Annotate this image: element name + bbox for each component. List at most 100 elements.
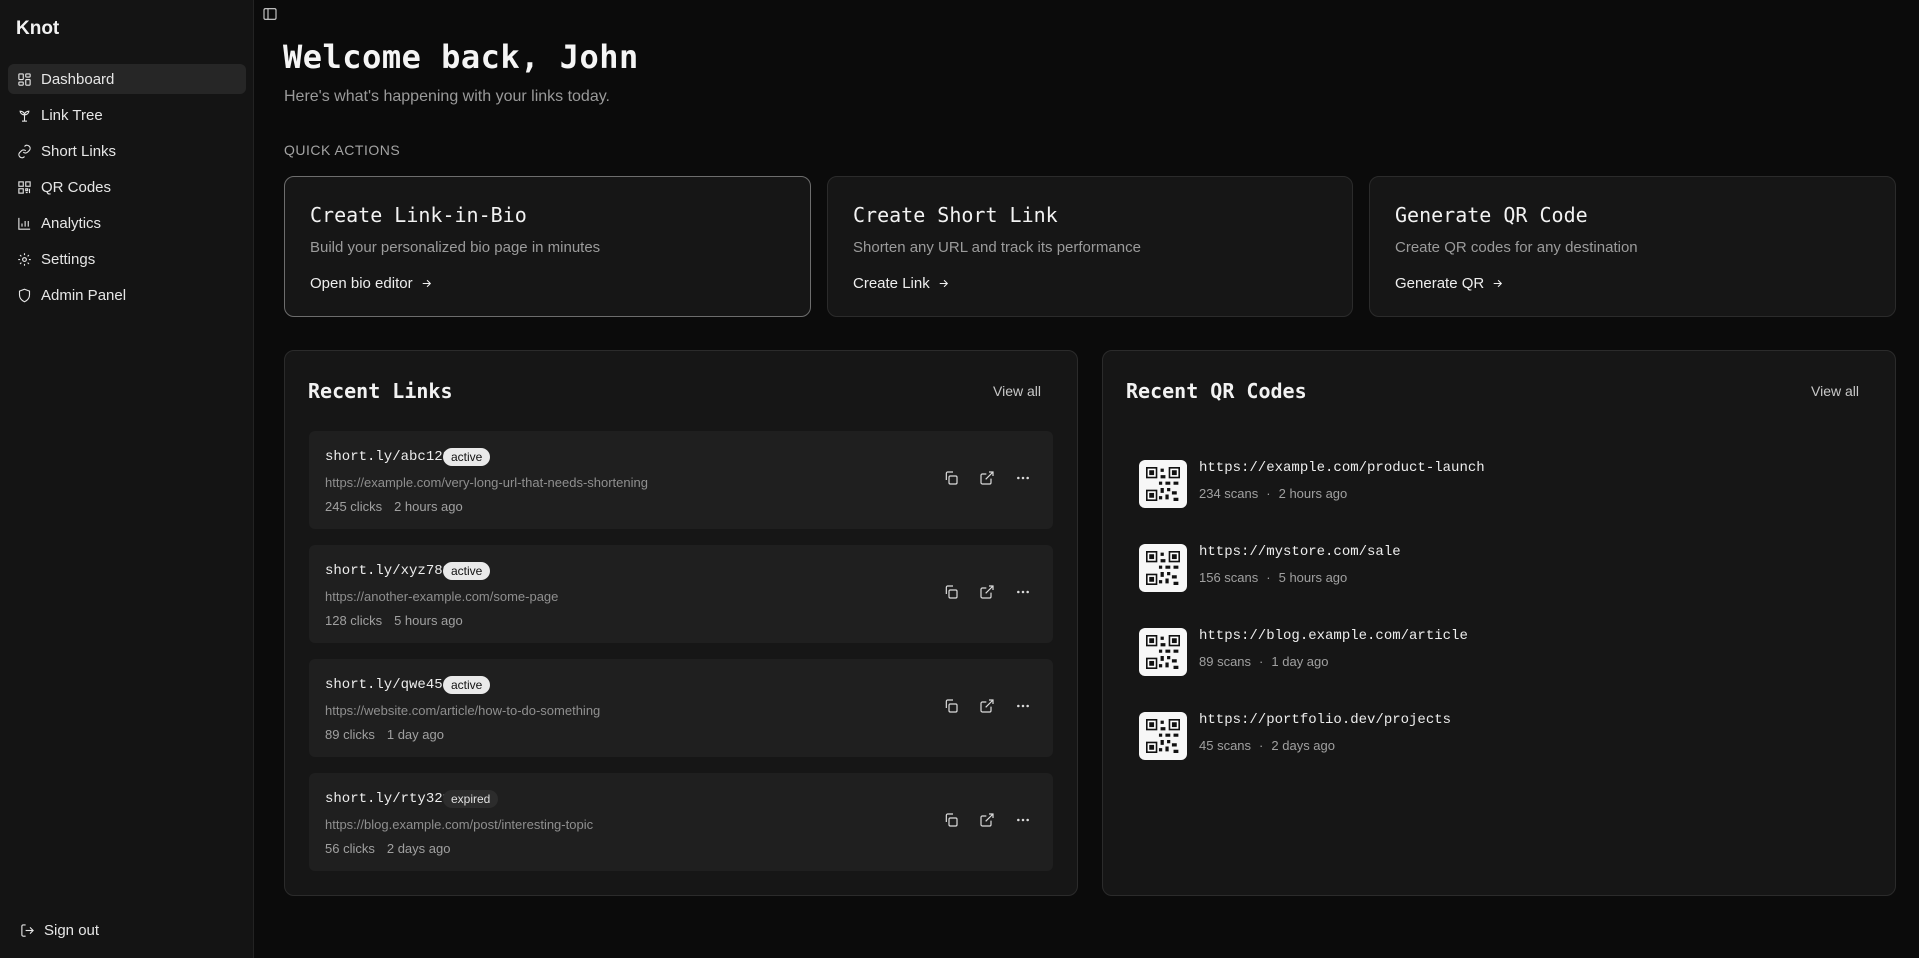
scan-count: 45 scans: [1199, 738, 1252, 753]
open-bio-editor-link[interactable]: Open bio editor: [310, 275, 433, 292]
more-options-button[interactable]: [1015, 698, 1033, 716]
copy-icon: [945, 471, 958, 485]
open-external-button[interactable]: [979, 470, 997, 488]
link-meta: 89 clicks 1 day ago: [325, 727, 444, 742]
sidebar-item-label: Admin Panel: [41, 286, 127, 304]
qr-list-item[interactable]: https://example.com/product-launch 234 s…: [1139, 460, 1839, 510]
external-link-icon: [980, 471, 994, 485]
quick-action-card-short-link[interactable]: Create Short Link Shorten any URL and tr…: [827, 176, 1353, 317]
open-external-button[interactable]: [979, 584, 997, 602]
link-meta: 128 clicks 5 hours ago: [325, 613, 463, 628]
click-count: 128 clicks: [325, 613, 383, 628]
link-row[interactable]: short.ly/abc123 active https://example.c…: [309, 431, 1053, 529]
click-count: 245 clicks: [325, 499, 383, 514]
open-external-button[interactable]: [979, 698, 997, 716]
copy-button[interactable]: [943, 698, 961, 716]
tree-icon: [19, 110, 30, 122]
qr-code-thumbnail: [1139, 712, 1187, 760]
card-title: Generate QR Code: [1395, 203, 1588, 227]
scan-count: 234 scans: [1199, 486, 1259, 501]
link-row[interactable]: short.ly/rty321 expired https://blog.exa…: [309, 773, 1053, 871]
qr-list-item[interactable]: https://blog.example.com/article 89 scan…: [1139, 628, 1839, 678]
sidebar-item-label: Short Links: [41, 142, 117, 160]
sign-out-button[interactable]: Sign out: [20, 922, 99, 939]
card-description: Create QR codes for any destination: [1395, 239, 1638, 256]
more-horizontal-icon: [1017, 704, 1029, 708]
more-horizontal-icon: [1017, 476, 1029, 480]
qr-destination-url: https://mystore.com/sale: [1199, 544, 1401, 560]
qr-list-item[interactable]: https://portfolio.dev/projects 45 scans ·…: [1139, 712, 1839, 762]
qr-meta: 156 scans · 5 hours ago: [1199, 570, 1348, 585]
link-meta: 245 clicks 2 hours ago: [325, 499, 463, 514]
row-actions: [925, 470, 1033, 488]
card-action-label: Create Link: [853, 275, 930, 292]
copy-icon: [945, 585, 958, 599]
card-title: Create Short Link: [853, 203, 1058, 227]
link-meta: 56 clicks 2 days ago: [325, 841, 450, 856]
short-url: short.ly/qwe456: [325, 677, 452, 693]
copy-icon: [945, 813, 958, 827]
create-link-link[interactable]: Create Link: [853, 275, 950, 292]
copy-button[interactable]: [943, 812, 961, 830]
short-url: short.ly/xyz789: [325, 563, 452, 579]
sidebar-item-analytics[interactable]: Analytics: [8, 208, 246, 238]
sidebar-item-dashboard[interactable]: Dashboard: [8, 64, 246, 94]
card-action-label: Open bio editor: [310, 275, 413, 292]
logout-icon: [21, 924, 34, 937]
page-title: Welcome back, John: [283, 38, 639, 76]
brand-logo[interactable]: Knot: [16, 18, 59, 40]
qr-meta: 45 scans · 2 days ago: [1199, 738, 1335, 753]
copy-button[interactable]: [943, 584, 961, 602]
dashboard-icon: [18, 72, 31, 86]
open-external-button[interactable]: [979, 812, 997, 830]
recent-qr-view-all[interactable]: View all: [1811, 383, 1859, 399]
more-horizontal-icon: [1017, 590, 1029, 594]
external-link-icon: [980, 813, 994, 827]
qr-destination-url: https://example.com/product-launch: [1199, 460, 1485, 476]
sidebar-item-settings[interactable]: Settings: [8, 244, 246, 274]
sidebar-toggle-icon: [263, 8, 277, 20]
sidebar-nav: Dashboard Link Tree Short Links QR Codes…: [8, 64, 246, 316]
arrow-right-icon: [422, 279, 431, 288]
external-link-icon: [980, 585, 994, 599]
sidebar-item-qr-codes[interactable]: QR Codes: [8, 172, 246, 202]
timestamp: 5 hours ago: [1278, 570, 1348, 585]
bar-chart-icon: [18, 217, 31, 230]
more-options-button[interactable]: [1015, 470, 1033, 488]
more-options-button[interactable]: [1015, 812, 1033, 830]
timestamp: 5 hours ago: [394, 613, 463, 628]
sidebar-item-admin-panel[interactable]: Admin Panel: [8, 280, 246, 310]
arrow-right-icon: [939, 279, 948, 288]
qr-code-thumbnail: [1139, 460, 1187, 508]
generate-qr-link[interactable]: Generate QR: [1395, 275, 1504, 292]
link-row[interactable]: short.ly/xyz789 active https://another-e…: [309, 545, 1053, 643]
status-badge: active: [443, 676, 491, 694]
sidebar-item-link-tree[interactable]: Link Tree: [8, 100, 246, 130]
original-url: https://another-example.com/some-page: [325, 589, 559, 604]
quick-action-card-qr[interactable]: Generate QR Code Create QR codes for any…: [1369, 176, 1896, 317]
sidebar-item-short-links[interactable]: Short Links: [8, 136, 246, 166]
qr-list-item[interactable]: https://mystore.com/sale 156 scans · 5 hou…: [1139, 544, 1839, 594]
card-title: Create Link-in-Bio: [310, 203, 527, 227]
recent-links-title: Recent Links: [308, 379, 453, 403]
more-options-button[interactable]: [1015, 584, 1033, 602]
recent-links-view-all[interactable]: View all: [993, 383, 1041, 399]
link-row[interactable]: short.ly/qwe456 active https://website.c…: [309, 659, 1053, 757]
row-actions: [925, 698, 1033, 716]
page-subtitle: Here's what's happening with your links …: [284, 88, 610, 105]
link-icon: [18, 144, 31, 158]
scan-count: 89 scans: [1199, 654, 1252, 669]
gear-icon: [18, 252, 31, 266]
sidebar-toggle-button[interactable]: [262, 6, 278, 22]
card-description: Shorten any URL and track its performanc…: [853, 239, 1141, 256]
copy-button[interactable]: [943, 470, 961, 488]
qr-code-thumbnail: [1139, 544, 1187, 592]
timestamp: 1 day ago: [386, 727, 444, 742]
sidebar: Knot Dashboard Link Tree Short Links QR …: [0, 0, 254, 958]
sidebar-item-label: Link Tree: [41, 106, 103, 124]
original-url: https://example.com/very-long-url-that-n…: [325, 475, 648, 490]
sign-out-label: Sign out: [44, 922, 100, 939]
quick-action-card-bio[interactable]: Create Link-in-Bio Build your personaliz…: [284, 176, 811, 317]
timestamp: 1 day ago: [1271, 654, 1329, 669]
more-horizontal-icon: [1017, 818, 1029, 822]
